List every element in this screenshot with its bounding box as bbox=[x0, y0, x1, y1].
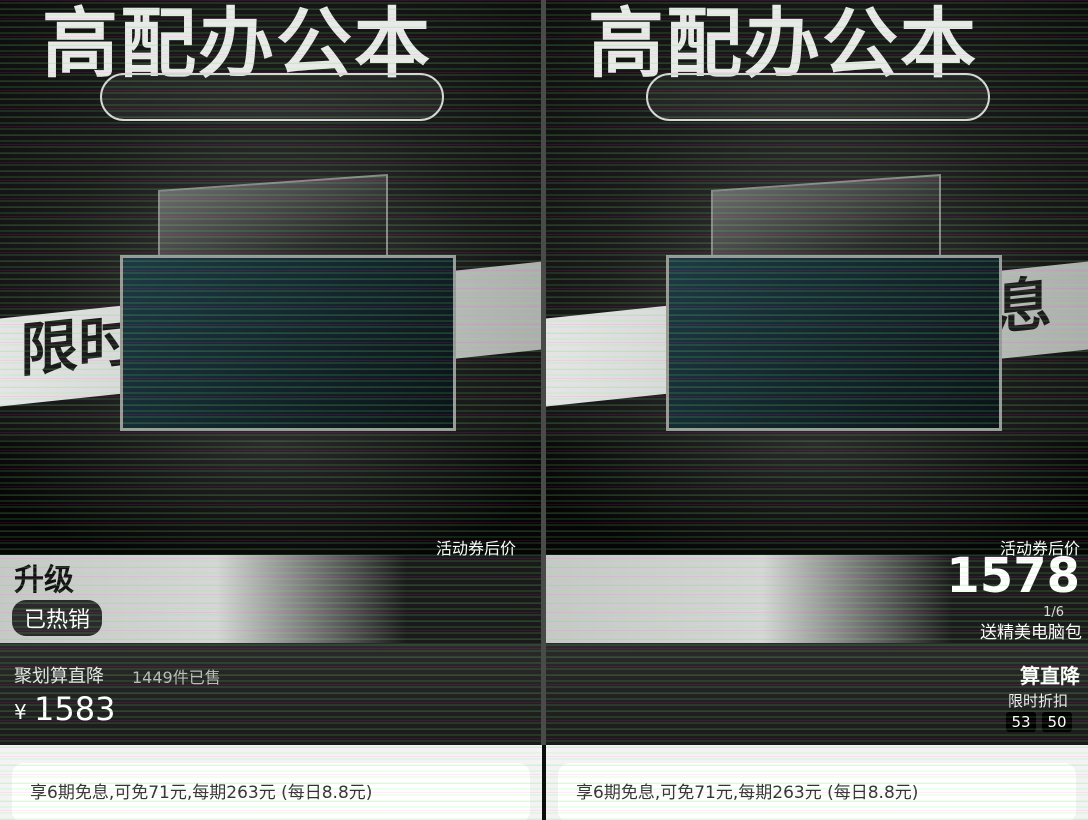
installment-text: 享6期免息,可免71元,每期263元 (每日8.8元) bbox=[30, 783, 373, 803]
laptop-screen bbox=[120, 255, 456, 431]
laptop-screen bbox=[666, 255, 1002, 431]
installment-text: 享6期免息,可免71元,每期263元 (每日8.8元) bbox=[576, 783, 919, 803]
product-pane-left: 高配办公本 限时 升级 已热销 活动券后价 聚划算直降 1449件已售 ¥ 15… bbox=[0, 0, 542, 820]
coupon-price: 1578 bbox=[946, 548, 1080, 604]
feature-pill bbox=[646, 73, 990, 121]
channel-label: 聚划算直降 bbox=[14, 666, 104, 687]
product-pane-right: 高配办公本 免息 活动券后价 1578 1/6 送精美电脑包 算直降 限时折扣 … bbox=[546, 0, 1088, 820]
upgrade-label: 升级 bbox=[14, 563, 74, 598]
gift-text: 送精美电脑包 bbox=[980, 623, 1082, 643]
sold-count: 1449件已售 bbox=[132, 668, 221, 687]
coupon-price-label: 活动券后价 bbox=[436, 539, 517, 558]
current-price: 1583 bbox=[34, 690, 116, 728]
currency-symbol: ¥ bbox=[14, 700, 27, 724]
countdown-minutes: 53 bbox=[1006, 712, 1036, 732]
product-hero-image[interactable]: 高配办公本 免息 bbox=[546, 0, 1088, 555]
hot-sale-badge: 已热销 bbox=[12, 600, 103, 636]
feature-pill bbox=[100, 73, 444, 121]
countdown-seconds: 50 bbox=[1042, 712, 1072, 732]
promo-banner-text: 限时 bbox=[20, 304, 137, 386]
limited-discount-label: 限时折扣 bbox=[1007, 692, 1068, 710]
product-hero-image[interactable]: 高配办公本 限时 bbox=[0, 0, 542, 555]
direct-drop-label: 算直降 bbox=[1020, 664, 1080, 688]
countdown-timer: 53 50 bbox=[1006, 712, 1072, 732]
